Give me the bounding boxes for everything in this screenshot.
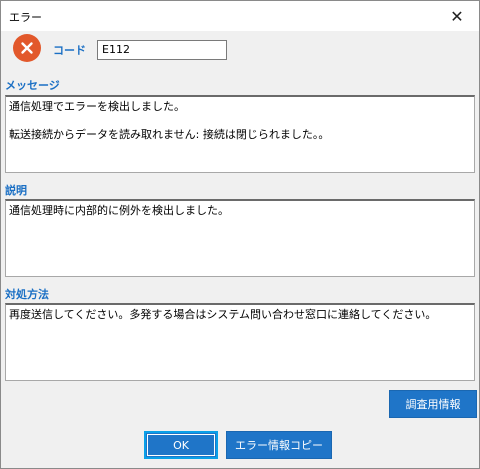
remedy-label: 対処方法 xyxy=(5,288,49,301)
investigation-info-button[interactable]: 調査用情報 xyxy=(389,390,477,418)
code-field[interactable]: E112 xyxy=(97,40,227,60)
description-label: 説明 xyxy=(5,184,27,197)
description-textbox[interactable]: 通信処理時に内部的に例外を検出しました。 xyxy=(5,199,475,277)
error-icon xyxy=(13,34,41,62)
window-title: エラー xyxy=(9,11,42,24)
remedy-textbox[interactable]: 再度送信してください。多発する場合はシステム問い合わせ窓口に連絡してください。 xyxy=(5,303,475,381)
message-textbox[interactable]: 通信処理でエラーを検出しました。 転送接続からデータを読み取れません: 接続は閉… xyxy=(5,95,475,173)
close-button[interactable]: ✕ xyxy=(435,1,479,31)
message-label: メッセージ xyxy=(5,79,60,92)
copy-error-info-button[interactable]: エラー情報コピー xyxy=(226,431,332,459)
title-bar: エラー ✕ xyxy=(1,1,479,31)
error-dialog: エラー ✕ コード E112 メッセージ 通信処理でエラーを検出しました。 転送… xyxy=(0,0,480,469)
ok-button[interactable]: OK xyxy=(144,431,218,459)
code-label: コード xyxy=(53,44,86,57)
close-icon: ✕ xyxy=(450,6,464,26)
